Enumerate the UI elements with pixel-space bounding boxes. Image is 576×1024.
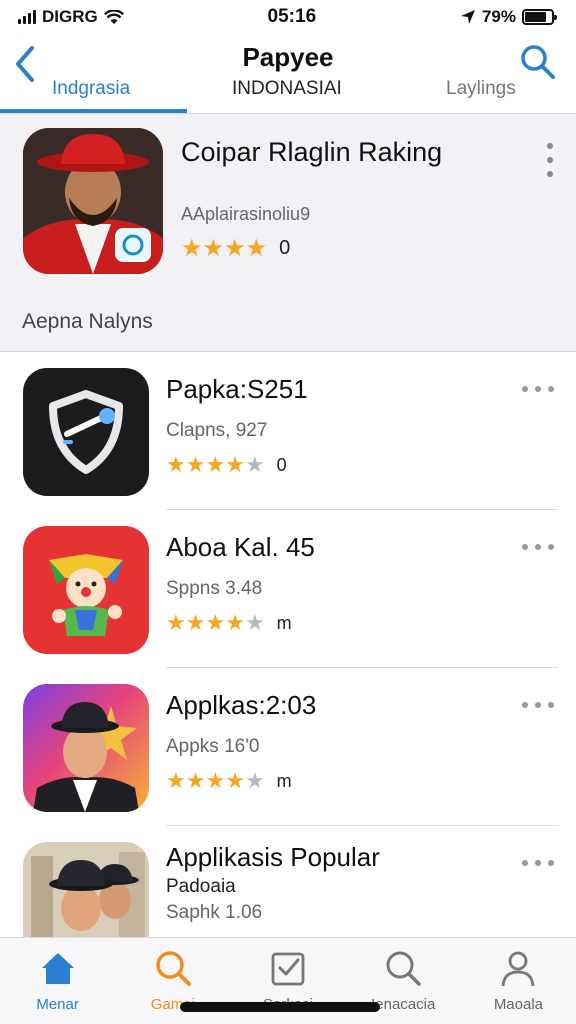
star-filled-icon: ★ — [224, 235, 246, 262]
star-filled-icon: ★ — [225, 768, 245, 793]
rating-text: m — [276, 770, 292, 791]
app-subtitle-secondary: Saphk 1.06 — [166, 902, 263, 923]
nav-header: Papyee Indgrasia INDONASIAI Laylings — [0, 34, 576, 114]
wifi-icon — [103, 9, 124, 24]
status-left: DIGRG — [18, 7, 124, 27]
list-item[interactable]: Applkas:2:03 Appks 16'0 ★★★★★ m — [0, 668, 576, 826]
app-icon[interactable] — [23, 684, 149, 812]
tab-indgrasia[interactable]: Indgrasia — [52, 76, 130, 112]
man-hat-icon — [33, 702, 139, 812]
featured-rating: ★★★★ 0 — [181, 234, 290, 263]
more-horizontal-icon[interactable] — [520, 698, 556, 712]
app-rating: ★★★★★ m — [166, 610, 292, 636]
app-subtitle: Sppns 3.48 — [166, 578, 263, 599]
status-time: 05:16 — [267, 6, 317, 27]
star-filled-icon: ★ — [205, 768, 226, 793]
battery-level — [525, 12, 546, 22]
location-arrow-icon — [460, 10, 475, 24]
star-rating: ★★★★ — [181, 234, 267, 263]
battery-icon — [522, 9, 557, 25]
star-rating: ★★★★★ — [166, 452, 265, 478]
star-empty-icon: ★ — [244, 768, 265, 793]
app-subtitle: Appks 16'0 — [166, 736, 260, 757]
battery-percent: 79% — [481, 7, 516, 26]
star-filled-icon: ★ — [185, 610, 206, 635]
tab-laylings[interactable]: Laylings — [446, 76, 516, 112]
search-icon — [386, 951, 421, 986]
status-right: 79% — [460, 7, 557, 27]
rating-text: 0 — [276, 454, 287, 475]
app-subtitle: Clapns, 927 — [166, 420, 268, 441]
tabbar-item-menar[interactable]: Menar — [0, 938, 115, 1024]
page-title: Papyee — [242, 42, 334, 72]
home-icon — [41, 953, 74, 984]
search-icon — [156, 951, 191, 986]
app-subtitle: Padoaia — [166, 876, 236, 897]
carrier-name: DIGRG — [42, 7, 98, 26]
app-name[interactable]: Applikasis Popular — [166, 842, 380, 873]
star-filled-icon: ★ — [185, 768, 206, 793]
featured-app-subtitle: AAplairasinoliu9 — [181, 204, 311, 224]
tabbar-label: Maoala — [493, 996, 544, 1013]
list-item[interactable]: Papka:S251 Clapns, 927 ★★★★★ 0 — [0, 352, 576, 510]
person-icon — [502, 951, 535, 987]
tabbar-item-maoala[interactable]: Maoala — [461, 938, 576, 1024]
active-tab-indicator — [0, 109, 187, 113]
star-filled-icon: ★ — [166, 610, 186, 635]
app-name[interactable]: Aboa Kal. 45 — [166, 532, 315, 563]
star-filled-icon: ★ — [205, 452, 226, 477]
star-empty-icon: ★ — [244, 610, 265, 635]
featured-app-title[interactable]: Coipar Rlaglin Raking — [181, 136, 481, 168]
section-title: Aepna Nalyns — [22, 310, 153, 333]
tab-indonasiai[interactable]: INDONASIAI — [232, 76, 342, 112]
app-name[interactable]: Papka:S251 — [166, 374, 308, 405]
star-filled-icon: ★ — [181, 235, 203, 262]
search-icon[interactable] — [518, 42, 558, 82]
app-icon[interactable] — [23, 368, 149, 496]
star-filled-icon: ★ — [202, 235, 225, 262]
star-filled-icon: ★ — [245, 235, 268, 262]
man-red-hat-icon — [23, 128, 163, 274]
app-name[interactable]: Applkas:2:03 — [166, 690, 316, 721]
tabbar-label: Menar — [36, 996, 79, 1013]
rating-text: 0 — [279, 237, 291, 259]
star-rating: ★★★★★ — [166, 768, 265, 794]
more-horizontal-icon[interactable] — [520, 856, 556, 870]
more-horizontal-icon[interactable] — [520, 382, 556, 396]
more-horizontal-icon[interactable] — [520, 540, 556, 554]
checklist-icon — [271, 952, 305, 986]
app-icon[interactable] — [23, 526, 149, 654]
rating-text: m — [276, 612, 292, 633]
star-rating: ★★★★★ — [166, 610, 265, 636]
app-rating: ★★★★★ 0 — [166, 452, 287, 478]
home-indicator — [180, 1002, 380, 1012]
star-empty-icon: ★ — [244, 452, 265, 477]
star-filled-icon: ★ — [205, 610, 226, 635]
status-bar: DIGRG 05:16 79% — [0, 0, 576, 34]
star-filled-icon: ★ — [225, 452, 245, 477]
star-filled-icon: ★ — [166, 768, 186, 793]
app-rating: ★★★★★ m — [166, 768, 292, 794]
signal-icon — [18, 10, 36, 24]
star-filled-icon: ★ — [185, 452, 206, 477]
star-filled-icon: ★ — [225, 610, 245, 635]
shield-icon — [49, 390, 123, 474]
featured-app-icon[interactable] — [23, 128, 163, 274]
more-vertical-icon[interactable] — [544, 140, 556, 180]
list-item[interactable]: Aboa Kal. 45 Sppns 3.48 ★★★★★ m — [0, 510, 576, 668]
featured-app-card[interactable]: Coipar Rlaglin Raking AAplairasinoliu9 ★… — [0, 114, 576, 352]
star-filled-icon: ★ — [166, 452, 186, 477]
clown-icon — [49, 554, 123, 636]
